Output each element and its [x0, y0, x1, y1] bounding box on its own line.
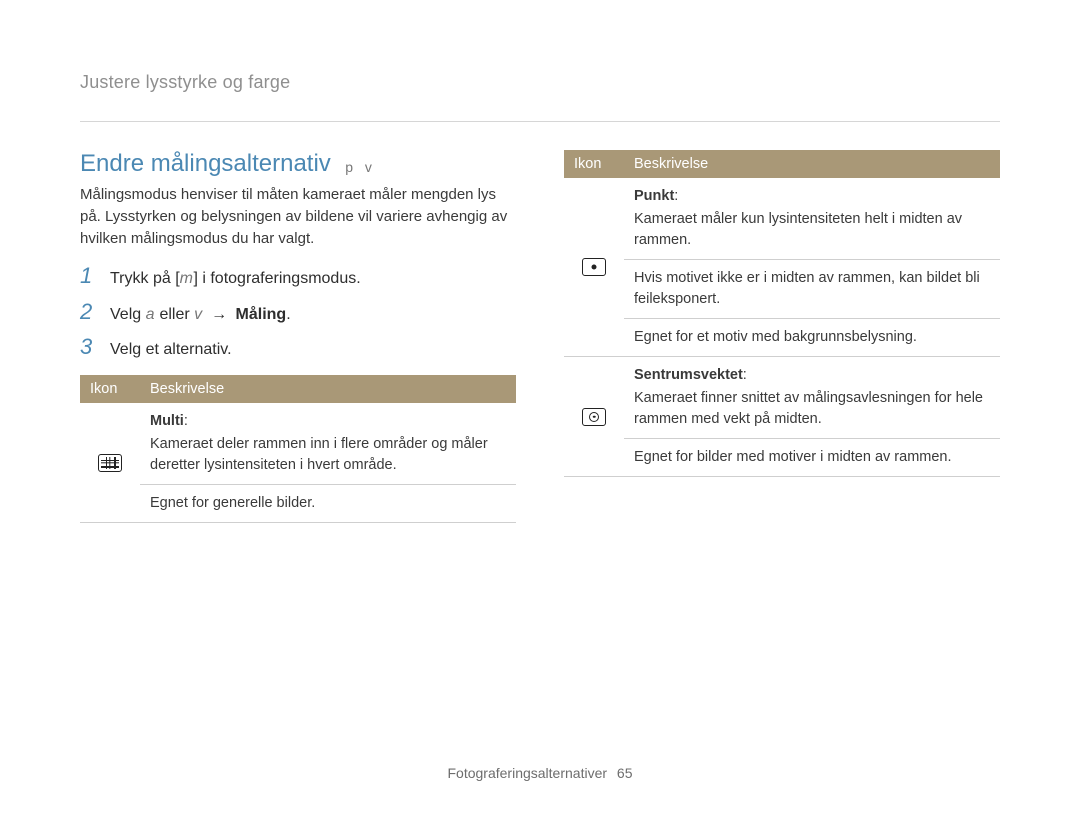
breadcrumb: Justere lysstyrke og farge — [80, 72, 1000, 93]
table-row: Punkt: Kameraet måler kun lysintensitete… — [564, 178, 1000, 260]
desc-line: Egnet for et motiv med bakgrunnsbelysnin… — [634, 327, 990, 348]
desc-line: Hvis motivet ikke er i midten av rammen,… — [634, 268, 990, 310]
desc-cell: Egnet for et motiv med bakgrunnsbelysnin… — [624, 319, 1000, 357]
desc-term: Sentrumsvektet — [634, 367, 743, 383]
step-2-end: . — [286, 306, 290, 323]
table-row: Sentrumsvektet: Kameraet finner snittet … — [564, 357, 1000, 439]
desc-line: Egnet for bilder med motiver i midten av… — [634, 447, 990, 468]
step-number: 2 — [80, 301, 98, 323]
desc-line: Kameraet finner snittet av målingsavlesn… — [634, 388, 990, 430]
desc-cell: Sentrumsvektet: Kameraet finner snittet … — [624, 357, 1000, 439]
desc-colon: : — [743, 367, 747, 383]
table-row: Egnet for generelle bilder. — [80, 485, 516, 523]
step-2-glyph-a: a — [146, 306, 155, 323]
footer-section-label: Fotograferingsalternativer — [448, 765, 608, 781]
table-header-desc: Beskrivelse — [624, 150, 1000, 178]
desc-cell: Egnet for generelle bilder. — [140, 485, 516, 523]
step-text: Velg et alternativ. — [110, 339, 232, 361]
table-row: Hvis motivet ikke er i midten av rammen,… — [564, 260, 1000, 319]
section-heading-row: Endre målingsalternativ p v — [80, 150, 516, 178]
metering-center-weighted-icon — [582, 408, 606, 426]
icon-cell — [564, 357, 624, 477]
step-number: 3 — [80, 336, 98, 358]
content-columns: Endre målingsalternativ p v Målingsmodus… — [80, 150, 1000, 523]
left-column: Endre målingsalternativ p v Målingsmodus… — [80, 150, 516, 523]
step-3: 3 Velg et alternativ. — [80, 336, 516, 361]
icon-cell — [564, 178, 624, 357]
step-text: Velg a eller v → Måling. — [110, 304, 291, 326]
step-number: 1 — [80, 265, 98, 287]
section-mode-tags: p v — [345, 159, 376, 175]
step-2-pre: Velg — [110, 306, 146, 323]
section-title: Endre målingsalternativ — [80, 150, 331, 177]
footer-page-number: 65 — [617, 765, 633, 781]
divider-top — [80, 121, 1000, 122]
desc-cell: Egnet for bilder med motiver i midten av… — [624, 439, 1000, 477]
step-1-glyph: m — [180, 270, 194, 287]
right-description-table: Ikon Beskrivelse Punkt: Kameraet måler k… — [564, 150, 1000, 477]
desc-line: Egnet for generelle bilder. — [150, 493, 506, 514]
table-row: Egnet for bilder med motiver i midten av… — [564, 439, 1000, 477]
desc-line: Kameraet deler rammen inn i flere område… — [150, 434, 506, 476]
table-row: Multi: Kameraet deler rammen inn i flere… — [80, 403, 516, 485]
table-header-icon: Ikon — [80, 375, 140, 403]
metering-spot-icon — [582, 258, 606, 276]
desc-cell: Multi: Kameraet deler rammen inn i flere… — [140, 403, 516, 485]
steps-list: 1 Trykk på [m] i fotograferingsmodus. 2 … — [80, 265, 516, 361]
desc-colon: : — [184, 413, 188, 429]
metering-multi-icon — [98, 454, 122, 472]
desc-term: Punkt — [634, 188, 674, 204]
table-row: Egnet for et motiv med bakgrunnsbelysnin… — [564, 319, 1000, 357]
step-1-post: ] i fotograferingsmodus. — [193, 270, 360, 287]
step-2-glyph-v: v — [194, 306, 203, 323]
page-footer: Fotograferingsalternativer 65 — [0, 765, 1080, 781]
left-description-table: Ikon Beskrivelse Multi: Kameraet deler r… — [80, 375, 516, 523]
step-1-pre: Trykk på [ — [110, 270, 180, 287]
desc-term: Multi — [150, 413, 184, 429]
arrow-icon: → — [211, 306, 227, 323]
icon-cell — [80, 403, 140, 523]
desc-cell: Hvis motivet ikke er i midten av rammen,… — [624, 260, 1000, 319]
desc-colon: : — [674, 188, 678, 204]
step-2: 2 Velg a eller v → Måling. — [80, 301, 516, 326]
desc-line: Kameraet måler kun lysintensiteten helt … — [634, 209, 990, 251]
step-text: Trykk på [m] i fotograferingsmodus. — [110, 268, 361, 290]
table-header-desc: Beskrivelse — [140, 375, 516, 403]
step-1: 1 Trykk på [m] i fotograferingsmodus. — [80, 265, 516, 290]
desc-cell: Punkt: Kameraet måler kun lysintensitete… — [624, 178, 1000, 260]
right-column: Ikon Beskrivelse Punkt: Kameraet måler k… — [564, 150, 1000, 523]
step-2-mid: eller — [155, 306, 194, 323]
table-header-icon: Ikon — [564, 150, 624, 178]
step-2-target: Måling — [236, 306, 287, 323]
section-lead: Målingsmodus henviser til måten kameraet… — [80, 184, 516, 249]
